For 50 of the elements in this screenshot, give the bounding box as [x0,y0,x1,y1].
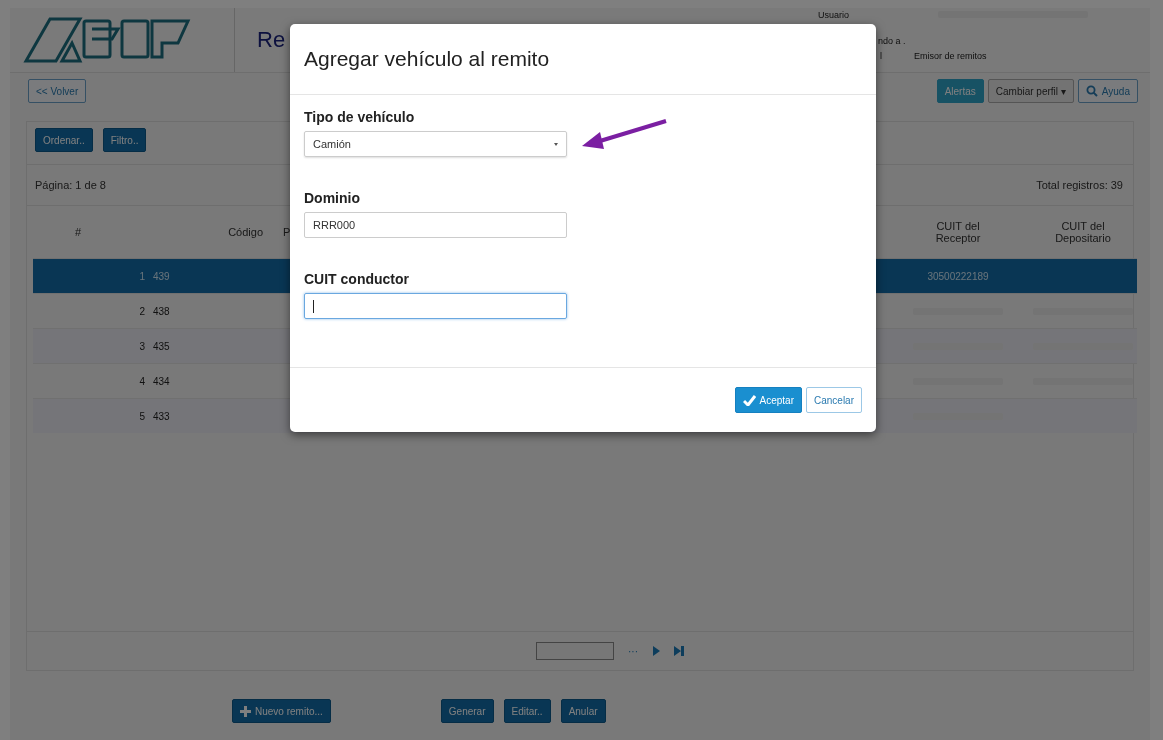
page-info: Página: 1 de 8 [35,179,106,191]
table-cell-text: 434 [153,375,171,387]
field-label: CUIT conductor [304,271,410,287]
table-cell-text: 1 [138,270,146,282]
table-cell-text: 2 [138,305,146,317]
action-button[interactable]: Editar.. [503,699,551,723]
change-profile-button[interactable]: Cambiar perfil ▾ [987,79,1074,103]
table-cell-text: 3 [138,340,146,352]
vehicle-type-dropdown[interactable]: Camión [304,131,567,157]
input-field[interactable]: RRR000 [304,212,567,238]
field-label: Dominio [304,190,361,206]
table-cell-text: 438 [153,305,171,317]
search-icon [1085,85,1098,97]
user-text: ndo a . [878,35,907,48]
table-cell: 30500222189 [927,270,989,282]
filter-button[interactable]: Ordenar.. [35,128,93,152]
table-cell-text: 435 [153,340,171,352]
check-icon [742,394,756,406]
caret-icon [554,142,558,146]
alerts-button[interactable]: Alertas [936,79,984,103]
column-header[interactable]: # [33,226,153,238]
action-button[interactable]: Nuevo remito... [232,699,331,723]
table-cell-text: 433 [153,410,171,422]
table-cell-text: 439 [153,270,171,282]
input-field[interactable] [304,293,567,319]
more-pages[interactable]: ··· [628,645,638,657]
column-header[interactable]: CUIT del Receptor [893,220,1023,244]
table-cell-text: 5 [138,410,146,422]
table-cell-text: 4 [138,375,146,387]
plus-icon [240,705,251,717]
next-page-icon[interactable] [652,646,660,656]
page-title: Re [257,27,286,53]
user-label: Usuario [818,9,850,22]
cancel-button[interactable]: Cancelar [805,387,862,413]
dialog-title: Agregar vehículo al remito [304,47,550,71]
total-records: Total registros: 39 [1036,179,1123,191]
accept-button[interactable]: Aceptar [734,387,802,413]
text-cursor [313,299,314,313]
field-label: Tipo de vehículo [304,109,416,125]
column-header[interactable]: Código [153,226,283,238]
column-header[interactable]: CUIT del Depositario [1023,220,1143,244]
logo-icon [22,15,192,65]
help-button[interactable]: Ayuda [1077,79,1138,103]
last-page-icon[interactable] [674,646,684,656]
filter-button[interactable]: Filtro.. [102,128,147,152]
back-button[interactable]: << Volver [28,79,87,103]
action-button[interactable]: Generar [440,699,494,723]
profile-text: Emisor de remitos [914,50,987,63]
action-button[interactable]: Anular [560,699,606,723]
page-input[interactable] [536,642,614,660]
